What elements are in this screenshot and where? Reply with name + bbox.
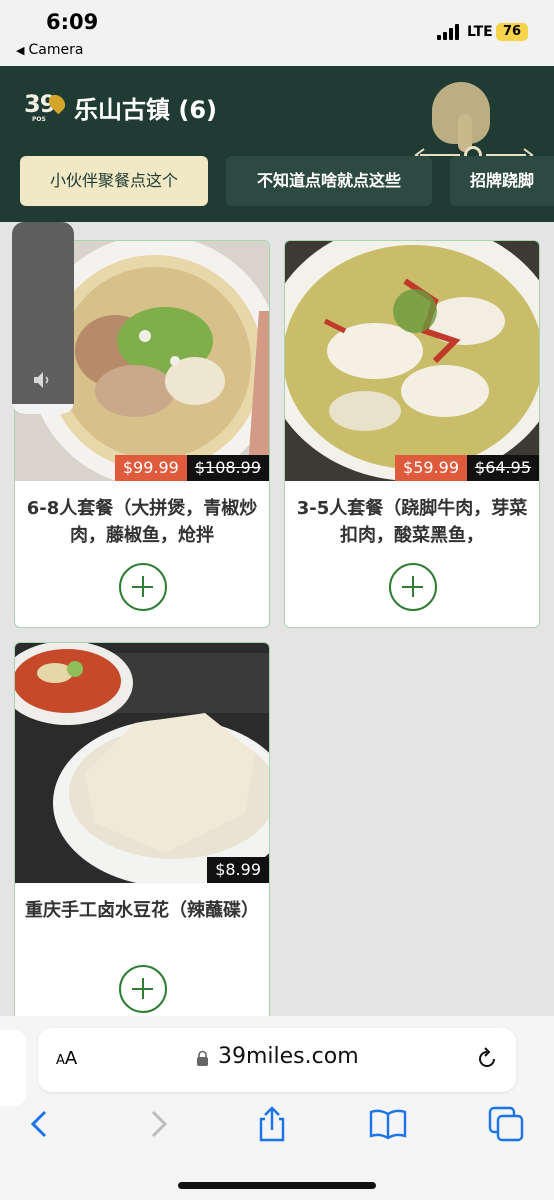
- back-to-camera-link[interactable]: ◀ Camera: [16, 42, 83, 58]
- product-name: 6-8人套餐（大拼煲，青椒炒肉，藤椒鱼，炝拌: [26, 498, 258, 546]
- page-settings-button[interactable]: AA: [56, 1048, 77, 1069]
- product-photo-tofu: [15, 643, 269, 883]
- price-row: $59.99 $64.95: [395, 455, 539, 481]
- status-bar: 6:09 ◀ Camera LTE 76: [0, 0, 554, 66]
- back-triangle-icon: ◀: [16, 44, 25, 57]
- product-card[interactable]: $59.99 $64.95 3-5人套餐（跷脚牛肉，芽菜扣肉，酸菜黑鱼，: [284, 240, 540, 628]
- back-icon[interactable]: [20, 1104, 60, 1144]
- tabs-icon[interactable]: [486, 1104, 526, 1144]
- forward-icon[interactable]: [138, 1104, 178, 1144]
- back-app-label: Camera: [28, 42, 84, 58]
- product-photo-fish: [285, 241, 539, 481]
- lock-icon: [197, 1050, 208, 1066]
- volume-level-fill: [12, 404, 74, 414]
- product-card[interactable]: $8.99 重庆手工卤水豆花（辣蘸碟）: [14, 642, 270, 1022]
- aa-small: A: [56, 1053, 65, 1068]
- tab-signature[interactable]: 招牌跷脚: [450, 156, 554, 206]
- product-name: 3-5人套餐（跷脚牛肉，芽菜扣肉，酸菜黑鱼，: [296, 498, 528, 546]
- product-name: 重庆手工卤水豆花（辣蘸碟）: [25, 900, 259, 921]
- browser-toolbar: AA 39miles.com: [0, 1016, 554, 1200]
- product-price: $8.99: [207, 857, 269, 883]
- tab-recommended[interactable]: 不知道点啥就点这些: [226, 156, 432, 206]
- status-time: 6:09: [46, 10, 99, 34]
- price-row: $8.99: [207, 857, 269, 883]
- bookmarks-icon[interactable]: [368, 1104, 408, 1144]
- speaker-icon: [34, 372, 49, 388]
- store-header: 39 POS 乐山古镇 (6) 小伙伴聚餐点这个 不知道点啥就点这些 招牌跷脚: [0, 66, 554, 222]
- volume-hud: [12, 222, 74, 414]
- sale-price: $59.99: [395, 455, 468, 481]
- reload-icon[interactable]: [474, 1046, 500, 1072]
- add-to-cart-button[interactable]: [389, 563, 437, 611]
- url-text: 39miles.com: [218, 1044, 359, 1069]
- aa-big: A: [64, 1048, 78, 1069]
- original-price: $108.99: [186, 455, 269, 481]
- address-bar[interactable]: AA 39miles.com: [38, 1028, 516, 1092]
- add-to-cart-button[interactable]: [119, 965, 167, 1013]
- price-row: $99.99 $108.99: [114, 455, 269, 481]
- swipe-hint-hand-icon: [412, 78, 536, 166]
- add-to-cart-button[interactable]: [119, 563, 167, 611]
- home-indicator: [178, 1182, 376, 1189]
- signal-icon: [437, 24, 463, 40]
- battery-level: 76: [502, 24, 522, 39]
- previous-tab-urlbar[interactable]: [0, 1030, 26, 1106]
- tab-group-meal[interactable]: 小伙伴聚餐点这个: [20, 156, 208, 206]
- sale-price: $99.99: [114, 455, 187, 481]
- logo-sub-text: POS: [32, 116, 46, 123]
- store-logo: 39 POS: [24, 90, 69, 126]
- network-label: LTE: [467, 24, 493, 40]
- store-title: 乐山古镇 (6): [74, 96, 217, 124]
- original-price: $64.95: [467, 455, 539, 481]
- battery-icon: 76: [496, 23, 528, 41]
- share-icon[interactable]: [252, 1104, 292, 1144]
